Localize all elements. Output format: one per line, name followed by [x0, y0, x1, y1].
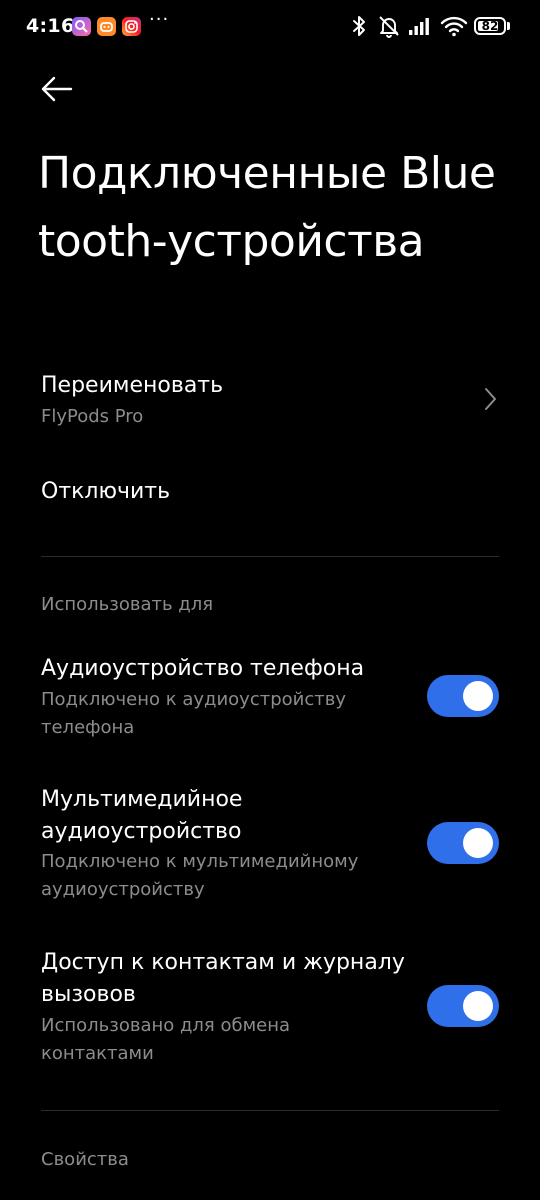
section-header-properties: Свойства	[41, 1149, 129, 1170]
battery-level: 82	[481, 19, 499, 33]
arrow-left-icon	[41, 76, 73, 102]
battery-cap	[507, 22, 510, 30]
disconnect-button[interactable]: Отключить	[0, 465, 540, 523]
toggle-knob	[463, 991, 493, 1021]
chevron-right-icon	[482, 386, 498, 416]
app-notification-icon	[72, 17, 91, 36]
signal-icon	[408, 14, 434, 42]
media-audio-title: Мультимедийное аудиоустройство	[41, 787, 243, 844]
disconnect-label: Отключить	[41, 479, 171, 504]
divider	[41, 556, 499, 557]
rename-row[interactable]: Переименовать FlyPods Pro	[0, 365, 540, 455]
battery-icon: 82	[474, 17, 506, 35]
mute-icon	[377, 14, 401, 42]
app-notification-icon	[97, 17, 116, 36]
bluetooth-icon	[350, 14, 368, 42]
divider	[41, 1110, 499, 1111]
contacts-access-title: Доступ к контактам и журналу вызовов	[41, 950, 405, 1007]
status-bar: 4:16 ··· 82	[0, 0, 540, 56]
phone-audio-subtitle: Подключено к аудиоустройству телефона	[41, 689, 346, 738]
instagram-icon	[122, 17, 141, 36]
media-audio-subtitle: Подключено к мультимедийному аудиоустрой…	[41, 851, 359, 900]
contacts-access-subtitle: Использовано для обмена контактами	[41, 1015, 291, 1064]
device-name-value: FlyPods Pro	[41, 406, 144, 427]
toggle-knob	[463, 681, 493, 711]
back-button[interactable]	[36, 68, 82, 110]
section-header-use-for: Использовать для	[41, 594, 214, 615]
phone-audio-toggle[interactable]	[427, 675, 499, 717]
contacts-access-toggle[interactable]	[427, 985, 499, 1027]
more-notifications-icon: ···	[149, 9, 170, 30]
phone-audio-title: Аудиоустройство телефона	[41, 656, 365, 681]
page-title: Подключенные Bluetooth-устройства	[38, 148, 496, 267]
status-time: 4:16	[26, 15, 75, 37]
wifi-icon	[440, 14, 468, 42]
rename-label: Переименовать	[41, 373, 224, 398]
media-audio-toggle[interactable]	[427, 822, 499, 864]
toggle-knob	[463, 828, 493, 858]
